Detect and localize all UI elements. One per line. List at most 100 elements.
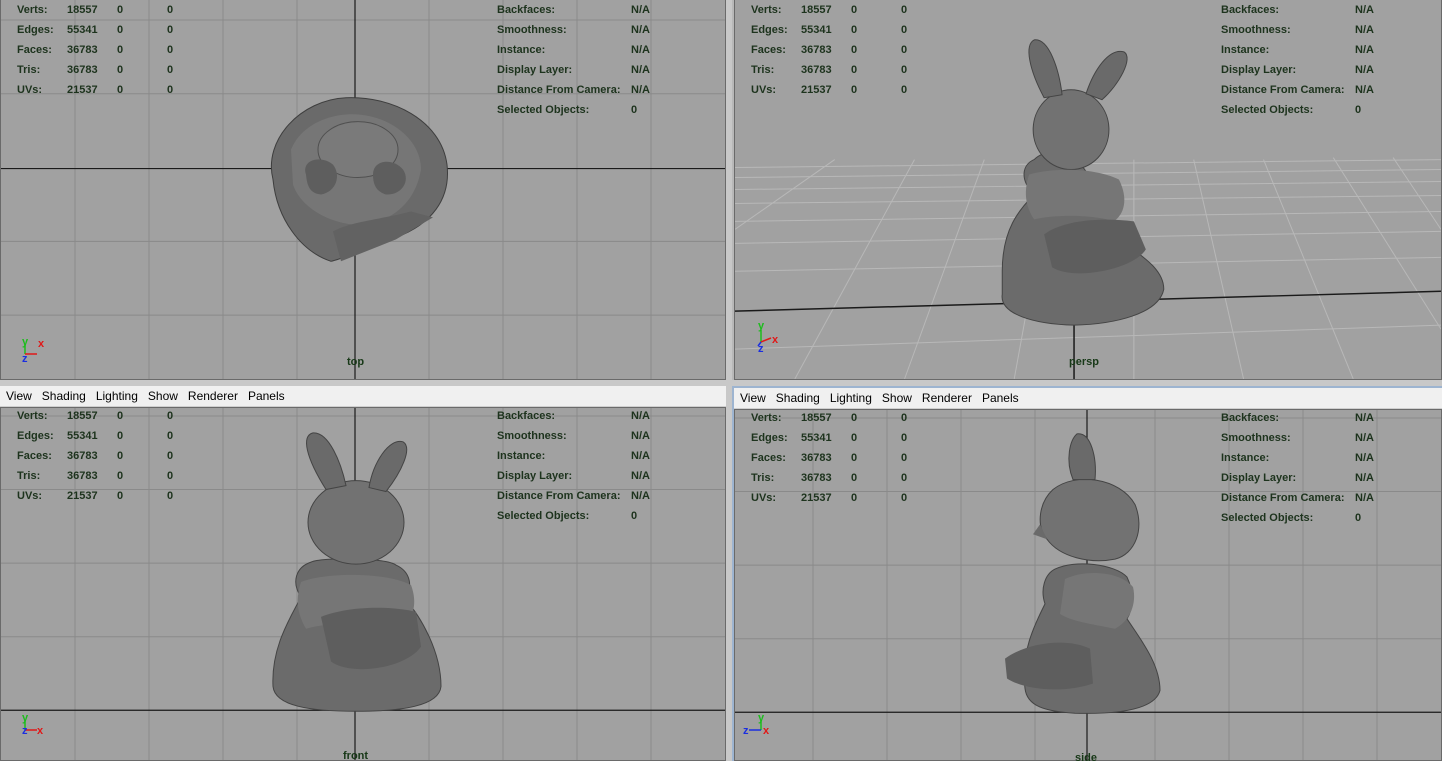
hud-label: Distance From Camera: [1221, 492, 1345, 504]
hud-label: Display Layer: [497, 470, 573, 482]
hud-value: 0 [901, 64, 908, 76]
hud-label: Display Layer: [1221, 64, 1297, 76]
hud-value: 0 [117, 44, 124, 56]
hud-value: 36783 [801, 472, 832, 484]
hud-value: 55341 [801, 24, 832, 36]
viewport-front[interactable]: Verts: 18557 0 0 Edges: 55341 0 0 Faces:… [0, 407, 726, 761]
hud-value: 36783 [801, 44, 832, 56]
hud-value: 0 [631, 104, 638, 116]
hud-poly-count: Verts: 18557 0 0 Edges: 55341 0 0 Faces:… [751, 412, 931, 522]
camera-name-label: front [343, 750, 369, 761]
hud-value: 18557 [801, 412, 832, 424]
hud-label: Backfaces: [497, 410, 556, 422]
hud-label: Instance: [497, 450, 546, 462]
hud-value: 0 [851, 492, 858, 504]
hud-value: N/A [1355, 64, 1374, 76]
viewport-persp[interactable]: Verts: 18557 0 0 Edges: 55341 0 0 Faces:… [734, 0, 1442, 380]
menu-view[interactable]: View [740, 391, 766, 405]
hud-value: 21537 [67, 84, 98, 96]
hud-value: 55341 [67, 430, 98, 442]
hud-value: N/A [631, 450, 650, 462]
axis-z-label: z [758, 343, 764, 354]
hud-value: 0 [851, 472, 858, 484]
menu-lighting[interactable]: Lighting [96, 389, 138, 403]
hud-value: 0 [167, 470, 174, 482]
hud-label: Smoothness: [497, 24, 567, 36]
hud-value: 0 [901, 412, 908, 424]
hud-value: 0 [901, 472, 908, 484]
hud-value: N/A [631, 64, 650, 76]
hud-label: Selected Objects: [1221, 104, 1314, 116]
camera-name-label: side [1075, 752, 1098, 761]
view-axis-icon: y x z [19, 334, 49, 365]
axis-x-label: x [763, 725, 770, 737]
hud-label: Backfaces: [497, 4, 556, 16]
hud-label: Display Layer: [1221, 472, 1297, 484]
hud-label: Verts: [751, 412, 782, 424]
camera-name-label: persp [1069, 356, 1099, 368]
hud-object-details: Backfaces: N/A Smoothness: N/A Instance:… [497, 410, 717, 540]
hud-value: 0 [117, 470, 124, 482]
hud-value: 0 [851, 452, 858, 464]
bunny-model-icon [1001, 39, 1165, 326]
menu-show[interactable]: Show [148, 389, 178, 403]
hud-value: 0 [117, 4, 124, 16]
hud-value: 36783 [67, 470, 98, 482]
hud-value: N/A [1355, 412, 1374, 424]
hud-poly-count: Verts: 18557 0 0 Edges: 55341 0 0 Faces:… [17, 410, 197, 520]
hud-value: 0 [167, 4, 174, 16]
hud-label: Distance From Camera: [1221, 84, 1345, 96]
hud-value: 21537 [67, 490, 98, 502]
menu-renderer[interactable]: Renderer [188, 389, 238, 403]
viewport-panel-front[interactable]: View Shading Lighting Show Renderer Pane… [0, 386, 726, 761]
hud-label: Edges: [751, 432, 788, 444]
hud-label: Faces: [17, 450, 52, 462]
hud-value: N/A [1355, 492, 1374, 504]
hud-poly-count: Verts: 18557 0 0 Edges: 55341 0 0 Faces:… [17, 4, 197, 114]
hud-value: 0 [167, 410, 174, 422]
hud-label: Verts: [17, 410, 48, 422]
hud-label: Smoothness: [497, 430, 567, 442]
hud-value: 0 [117, 84, 124, 96]
hud-value: 0 [167, 84, 174, 96]
menu-panels[interactable]: Panels [982, 391, 1019, 405]
menu-shading[interactable]: Shading [42, 389, 86, 403]
axis-y-label: y [758, 320, 765, 332]
hud-label: UVs: [17, 490, 43, 502]
hud-value: N/A [631, 4, 650, 16]
menu-renderer[interactable]: Renderer [922, 391, 972, 405]
menu-shading[interactable]: Shading [776, 391, 820, 405]
axis-y-label: y [22, 336, 29, 348]
hud-value: 18557 [801, 4, 832, 16]
hud-label: Tris: [17, 470, 41, 482]
hud-value: 36783 [67, 64, 98, 76]
view-axis-icon: y x z [755, 318, 785, 354]
viewport-panel-side[interactable]: View Shading Lighting Show Renderer Pane… [732, 386, 1442, 761]
axis-y-label: y [22, 712, 29, 724]
hud-value: 0 [851, 44, 858, 56]
hud-label: Instance: [1221, 44, 1270, 56]
axis-z-label: z [22, 725, 28, 737]
bunny-model-icon [270, 97, 449, 262]
viewport-side[interactable]: Verts: 18557 0 0 Edges: 55341 0 0 Faces:… [734, 409, 1442, 761]
axis-z-label: z [22, 353, 28, 365]
menu-panels[interactable]: Panels [248, 389, 285, 403]
hud-value: 0 [167, 64, 174, 76]
hud-label: Smoothness: [1221, 432, 1291, 444]
hud-value: 0 [1355, 104, 1362, 116]
hud-label: Edges: [751, 24, 788, 36]
menu-show[interactable]: Show [882, 391, 912, 405]
hud-label: Verts: [751, 4, 782, 16]
panel-menubar: View Shading Lighting Show Renderer Pane… [734, 388, 1442, 409]
hud-label: Faces: [751, 452, 786, 464]
hud-value: 0 [901, 452, 908, 464]
axis-y-label: y [758, 712, 765, 724]
viewport-panel-top[interactable]: Verts: 18557 0 0 Edges: 55341 0 0 Faces:… [0, 0, 726, 380]
hud-value: 0 [901, 492, 908, 504]
menu-lighting[interactable]: Lighting [830, 391, 872, 405]
menu-view[interactable]: View [6, 389, 32, 403]
viewport-top[interactable]: Verts: 18557 0 0 Edges: 55341 0 0 Faces:… [0, 0, 726, 380]
hud-value: 0 [117, 64, 124, 76]
viewport-panel-persp[interactable]: Verts: 18557 0 0 Edges: 55341 0 0 Faces:… [732, 0, 1442, 380]
hud-label: Distance From Camera: [497, 84, 621, 96]
